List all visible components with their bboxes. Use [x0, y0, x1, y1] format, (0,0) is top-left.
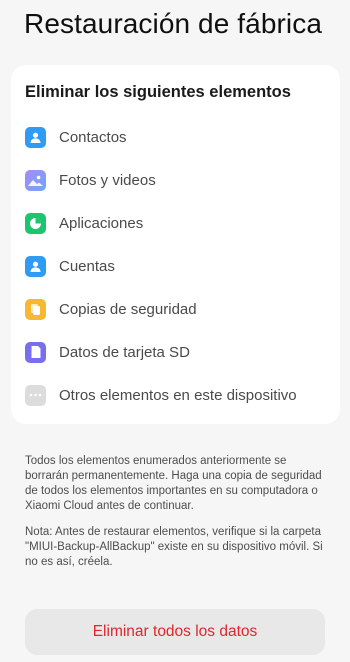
contacts-icon [25, 126, 46, 148]
warning-text: Todos los elementos enumerados anteriorm… [25, 455, 322, 512]
list-item-apps: Aplicaciones [25, 212, 325, 234]
backup-icon [25, 298, 46, 320]
list-item-photos: Fotos y videos [25, 169, 325, 191]
list-item-sd-card: Datos de tarjeta SD [25, 341, 325, 363]
item-label: Contactos [59, 128, 127, 146]
item-label: Otros elementos en este dispositivo [59, 386, 297, 404]
item-label: Aplicaciones [59, 214, 144, 232]
gallery-icon [25, 169, 46, 191]
item-label: Copias de seguridad [59, 300, 197, 318]
card-title: Eliminar los siguientes elementos [25, 83, 291, 101]
item-label: Cuentas [59, 257, 115, 275]
list-item-other: Otros elementos en este dispositivo [25, 384, 325, 406]
accounts-icon [25, 255, 46, 277]
apps-icon [25, 212, 46, 234]
note-text: Nota: Antes de restaurar elementos, veri… [25, 526, 323, 568]
items-card: Eliminar los siguientes elementos Contac… [11, 65, 340, 424]
erase-all-data-button[interactable]: Eliminar todos los datos [25, 609, 325, 655]
list-item-accounts: Cuentas [25, 255, 325, 277]
more-icon [25, 384, 46, 406]
sd-card-icon [25, 341, 46, 363]
list-item-contacts: Contactos [25, 126, 325, 148]
list-item-backups: Copias de seguridad [25, 298, 325, 320]
item-label: Fotos y videos [59, 171, 156, 189]
item-label: Datos de tarjeta SD [59, 343, 190, 361]
page-title: Restauración de fábrica [24, 8, 323, 39]
